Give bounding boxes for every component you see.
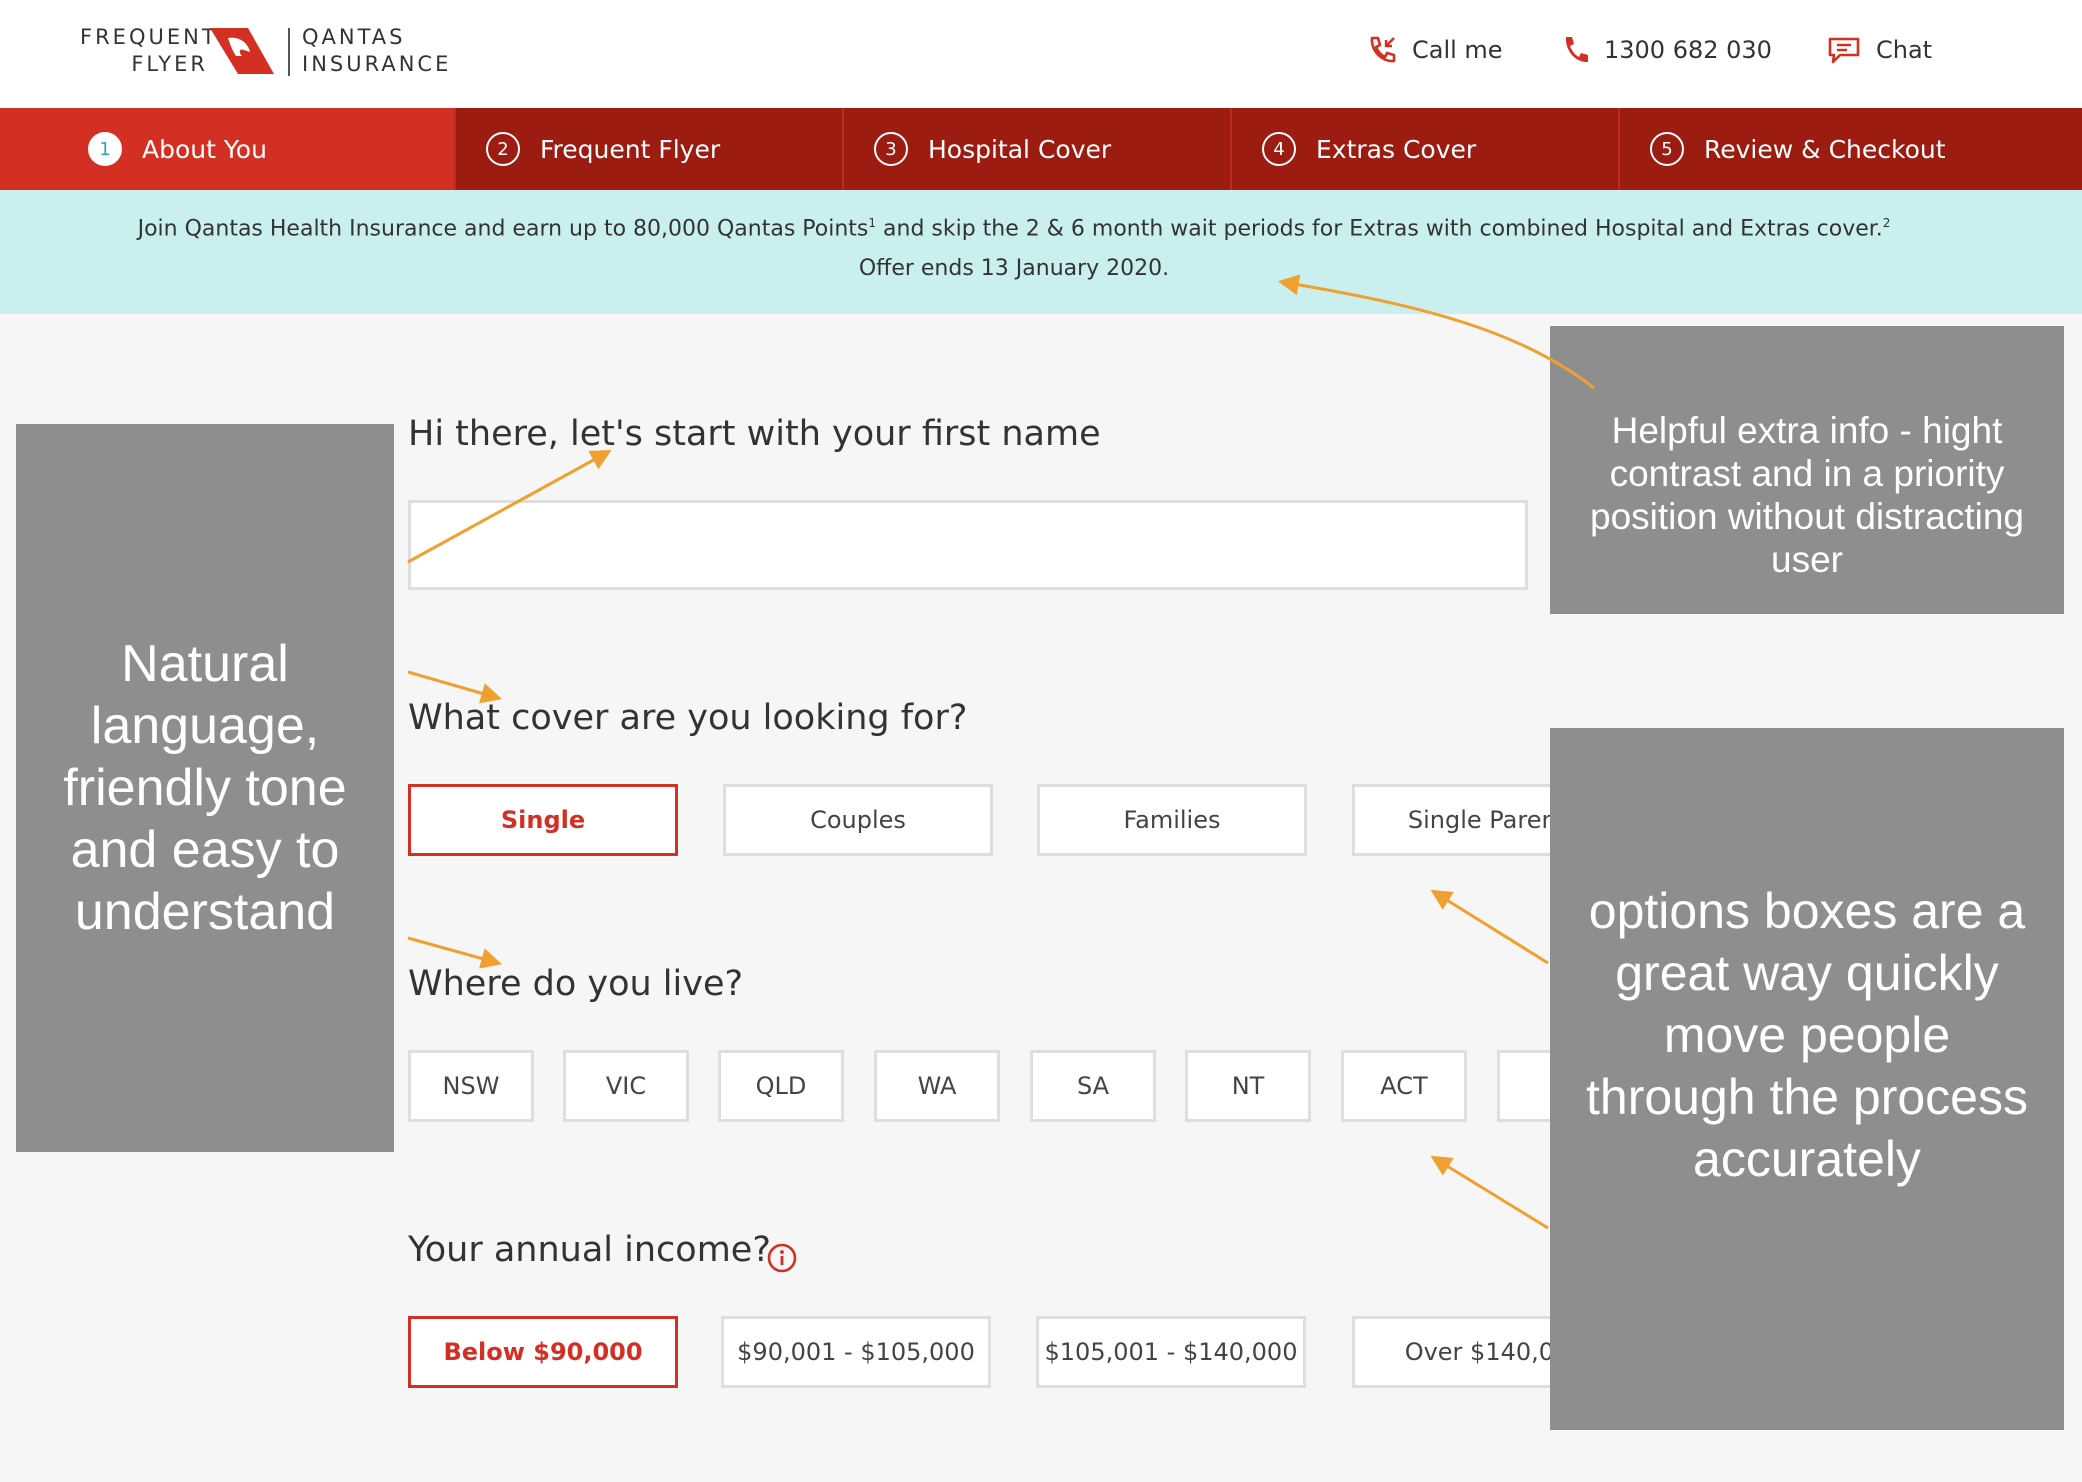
cover-option-single[interactable]: Single xyxy=(408,784,678,856)
promo-offer-end-date: Offer ends 13 January 2020. xyxy=(858,256,1170,281)
step-number-3: 3 xyxy=(874,132,908,166)
tab-hospital-cover[interactable]: 3 Hospital Cover xyxy=(844,108,1232,190)
state-option-nsw[interactable]: NSW xyxy=(408,1050,534,1122)
qantas-kangaroo-logo-icon xyxy=(210,28,274,74)
state-option-sa[interactable]: SA xyxy=(1030,1050,1156,1122)
state-option-qld[interactable]: QLD xyxy=(718,1050,844,1122)
step-label-frequent-flyer: Frequent Flyer xyxy=(540,134,721,164)
arrow-to-state-question xyxy=(407,936,503,969)
phone-number-link[interactable]: 1300 682 030 xyxy=(1562,34,1772,66)
annotation-natural-language: Natural language, friendly tone and easy… xyxy=(16,424,394,1152)
state-option-nt[interactable]: NT xyxy=(1185,1050,1311,1122)
site-header: FREQUENT FLYER QANTAS INSURANCE Call me … xyxy=(0,0,2082,108)
phone-icon xyxy=(1565,37,1588,63)
phone-number-label: 1300 682 030 xyxy=(1604,36,1772,64)
step-number-2: 2 xyxy=(486,132,520,166)
state-question: Where do you live? xyxy=(408,964,744,1004)
state-option-wa[interactable]: WA xyxy=(874,1050,1000,1122)
state-option-act[interactable]: ACT xyxy=(1341,1050,1467,1122)
call-me-link[interactable]: Call me xyxy=(1366,34,1503,66)
arrow-to-cover-options xyxy=(1430,889,1549,965)
tab-extras-cover[interactable]: 4 Extras Cover xyxy=(1232,108,1620,190)
chat-label: Chat xyxy=(1876,36,1933,64)
income-option-105001-140000[interactable]: $105,001 - $140,000 xyxy=(1036,1316,1306,1388)
info-icon[interactable] xyxy=(766,1242,798,1274)
footnote-1-marker: 1 xyxy=(868,216,877,230)
tab-about-you[interactable]: 1 About You xyxy=(0,108,456,190)
call-me-label: Call me xyxy=(1412,36,1503,64)
cover-option-families[interactable]: Families xyxy=(1037,784,1307,856)
logo-line-flyer: FLYER xyxy=(131,52,208,76)
callback-phone-icon xyxy=(1370,36,1396,63)
step-number-1: 1 xyxy=(88,132,122,166)
step-number-5: 5 xyxy=(1650,132,1684,166)
state-option-vic[interactable]: VIC xyxy=(563,1050,689,1122)
income-option-below-90000[interactable]: Below $90,000 xyxy=(408,1316,678,1388)
cover-type-question: What cover are you looking for? xyxy=(408,698,968,738)
arrow-to-state-options xyxy=(1430,1155,1549,1230)
frequent-flyer-logo-text: FREQUENT FLYER xyxy=(80,24,218,78)
qantas-insurance-logo-text: QANTAS INSURANCE xyxy=(302,24,451,78)
arrow-to-cover-question xyxy=(407,670,503,704)
chat-link[interactable]: Chat xyxy=(1826,34,1932,66)
logo-line-frequent: FREQUENT xyxy=(80,25,218,49)
cover-option-couples[interactable]: Couples xyxy=(723,784,993,856)
annotation-helpful-info: Helpful extra info - hight contrast and … xyxy=(1550,326,2064,614)
footnote-2-marker: 2 xyxy=(1882,216,1891,230)
step-label-hospital-cover: Hospital Cover xyxy=(928,134,1112,164)
step-label-review-checkout: Review & Checkout xyxy=(1704,134,1946,164)
chat-bubble-icon xyxy=(1828,37,1860,64)
first-name-input[interactable] xyxy=(408,500,1528,590)
promo-text-line-1: Join Qantas Health Insurance and earn up… xyxy=(137,216,1891,242)
tab-frequent-flyer[interactable]: 2 Frequent Flyer xyxy=(456,108,844,190)
step-label-about-you: About You xyxy=(142,134,267,164)
step-number-4: 4 xyxy=(1262,132,1296,166)
checkout-steps-nav: 1 About You 2 Frequent Flyer 3 Hospital … xyxy=(0,108,2082,190)
logo-line-qantas: QANTAS xyxy=(302,25,406,49)
annual-income-question: Your annual income? xyxy=(408,1230,771,1270)
promo-banner: Join Qantas Health Insurance and earn up… xyxy=(0,190,2082,314)
logo-divider xyxy=(288,28,290,76)
logo-line-insurance: INSURANCE xyxy=(302,52,452,76)
step-label-extras-cover: Extras Cover xyxy=(1316,134,1477,164)
annotation-options-boxes: options boxes are a great way quickly mo… xyxy=(1550,728,2064,1430)
first-name-question: Hi there, let's start with your first na… xyxy=(408,414,1101,454)
tab-review-checkout[interactable]: 5 Review & Checkout xyxy=(1620,108,2082,190)
income-option-90001-105000[interactable]: $90,001 - $105,000 xyxy=(721,1316,991,1388)
